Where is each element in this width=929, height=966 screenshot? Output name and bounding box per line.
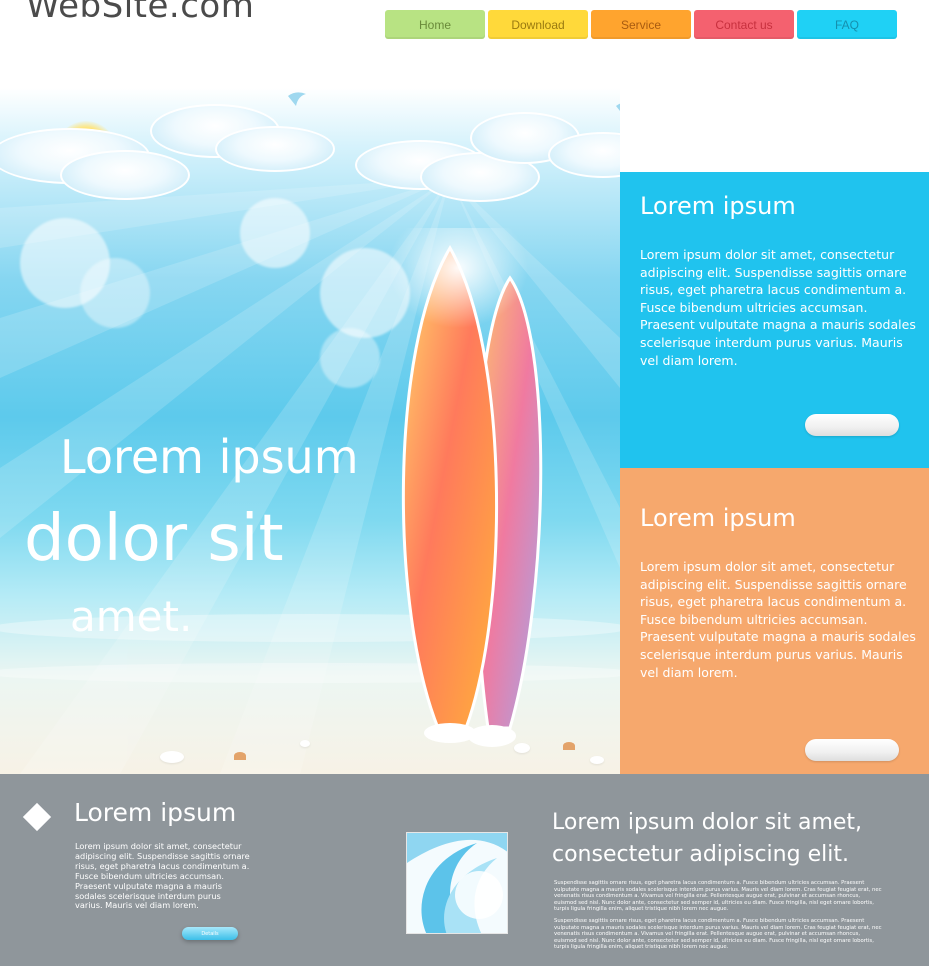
hero-banner: Lorem ipsum dolor sit amet.	[0, 88, 620, 774]
shell-icon	[563, 742, 575, 750]
diamond-icon	[22, 802, 52, 832]
footer-headline: Lorem ipsum dolor sit amet, consectetur …	[552, 810, 863, 867]
pebble	[590, 756, 604, 764]
footer-button[interactable]: Details	[182, 927, 238, 940]
info-panel-blue: Lorem ipsum Lorem ipsum dolor sit amet, …	[620, 172, 929, 468]
cloud-icon	[215, 126, 335, 172]
bokeh-light	[80, 258, 150, 328]
footer-small-text: Suspendisse sagittis ornare risus, eget …	[554, 880, 882, 913]
nav-home-button[interactable]: Home	[385, 10, 485, 39]
pebble	[300, 740, 310, 747]
nav-contact-button[interactable]: Contact us	[694, 10, 794, 39]
panel-title: Lorem ipsum	[640, 192, 796, 220]
panel-text: Lorem ipsum dolor sit amet, consectetur …	[640, 247, 916, 368]
hero-line-3: amet.	[70, 592, 193, 641]
footer-title: Lorem ipsum	[74, 798, 237, 827]
surfboards-illustration	[388, 228, 543, 747]
hero-line-1: Lorem ipsum	[60, 430, 359, 484]
panel-title: Lorem ipsum	[640, 504, 796, 532]
panel-more-button[interactable]	[805, 739, 899, 761]
nav-download-button[interactable]: Download	[488, 10, 588, 39]
footer-small-text: Suspendisse sagittis ornare risus, eget …	[554, 918, 882, 951]
cloud-icon	[60, 150, 190, 200]
panel-text: Lorem ipsum dolor sit amet, consectetur …	[640, 559, 916, 680]
footer-text: Lorem ipsum dolor sit amet, consectetur …	[75, 841, 250, 911]
nav-service-button[interactable]: Service	[591, 10, 691, 39]
info-panel-orange: Lorem ipsum Lorem ipsum dolor sit amet, …	[620, 468, 929, 774]
bokeh-light	[320, 328, 380, 388]
bokeh-light	[240, 198, 310, 268]
footer-section: Lorem ipsum Lorem ipsum dolor sit amet, …	[0, 774, 929, 966]
wave-icon	[407, 833, 507, 933]
pebble	[160, 751, 184, 763]
nav-faq-button[interactable]: FAQ	[797, 10, 897, 39]
hero-line-2: dolor sit	[24, 502, 284, 576]
pebble	[514, 743, 530, 753]
site-logo[interactable]: WebSite.com	[26, 0, 254, 26]
shell-icon	[234, 752, 246, 760]
wave-thumbnail-image[interactable]	[406, 832, 508, 934]
panel-more-button[interactable]	[805, 414, 899, 436]
main-nav: Home Download Service Contact us FAQ	[385, 10, 897, 39]
